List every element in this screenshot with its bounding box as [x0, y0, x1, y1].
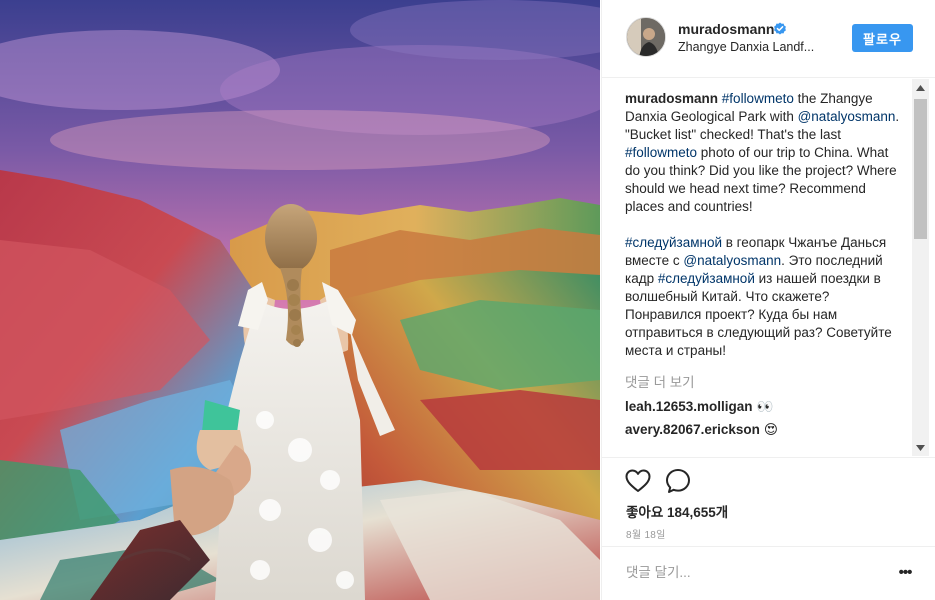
hashtag-link[interactable]: #следуйзамной	[625, 235, 722, 250]
post-caption: muradosmann #followmeto the Zhangye Danx…	[625, 90, 907, 360]
comments-list: muradosmann #followmeto the Zhangye Danx…	[625, 90, 907, 442]
post-image	[0, 0, 600, 600]
post-author-username[interactable]: muradosmann	[678, 21, 774, 37]
caption-en: muradosmann #followmeto the Zhangye Danx…	[625, 90, 907, 216]
comment-text: 😍	[763, 422, 778, 437]
more-options-button[interactable]: •••	[894, 561, 916, 583]
mention-link[interactable]: @natalyosmann	[798, 109, 896, 124]
follow-button[interactable]: 팔로우	[852, 24, 913, 52]
avatar[interactable]	[626, 17, 666, 57]
caption-text-en: #followmeto the Zhangye Danxia Geologica…	[625, 91, 899, 214]
caption-text-ru: #следуйзамной в геопарк Чжанъе Данься вм…	[625, 235, 892, 358]
comments-scrollbar[interactable]	[912, 79, 929, 456]
post-photo[interactable]	[0, 0, 600, 600]
scroll-up-arrow-icon[interactable]	[912, 79, 929, 96]
caption-ru: #следуйзамной в геопарк Чжанъе Данься вм…	[625, 234, 907, 360]
mention-link[interactable]: @natalyosmann	[683, 253, 781, 268]
comment-item: avery.82067.erickson 😍	[625, 419, 907, 442]
comment-input[interactable]	[626, 561, 876, 583]
add-comment-section: •••	[602, 546, 935, 598]
verified-badge-icon	[774, 22, 786, 35]
hashtag-link[interactable]: #followmeto	[722, 91, 794, 106]
comment-bubble-icon[interactable]	[664, 467, 692, 495]
comment-text: 👀	[756, 399, 774, 414]
post-sidebar: muradosmann Zhangye Danxia Landf... 팔로우 …	[601, 0, 935, 600]
scroll-down-arrow-icon[interactable]	[912, 439, 929, 456]
post-actions: 좋아요 184,655개 8월 18일 •••	[602, 457, 935, 597]
likes-count[interactable]: 좋아요 184,655개	[626, 501, 728, 521]
comment-item: leah.12653.molligan 👀	[625, 396, 907, 419]
comment-username[interactable]: leah.12653.molligan	[625, 399, 753, 414]
hashtag-link[interactable]: #followmeto	[625, 145, 697, 160]
post-date[interactable]: 8월 18일	[626, 526, 666, 541]
scrollbar-thumb[interactable]	[914, 99, 927, 239]
post-location[interactable]: Zhangye Danxia Landf...	[678, 40, 838, 54]
comment-username[interactable]: avery.82067.erickson	[625, 422, 760, 437]
load-more-comments-button[interactable]: 댓글 더 보기	[625, 374, 907, 396]
comments-section: muradosmann #followmeto the Zhangye Danx…	[602, 79, 935, 456]
caption-username[interactable]: muradosmann	[625, 91, 718, 106]
heart-icon[interactable]	[624, 467, 652, 495]
avatar-image	[627, 18, 665, 56]
post-header: muradosmann Zhangye Danxia Landf... 팔로우	[602, 0, 935, 78]
hashtag-link[interactable]: #следуйзамной	[658, 271, 755, 286]
